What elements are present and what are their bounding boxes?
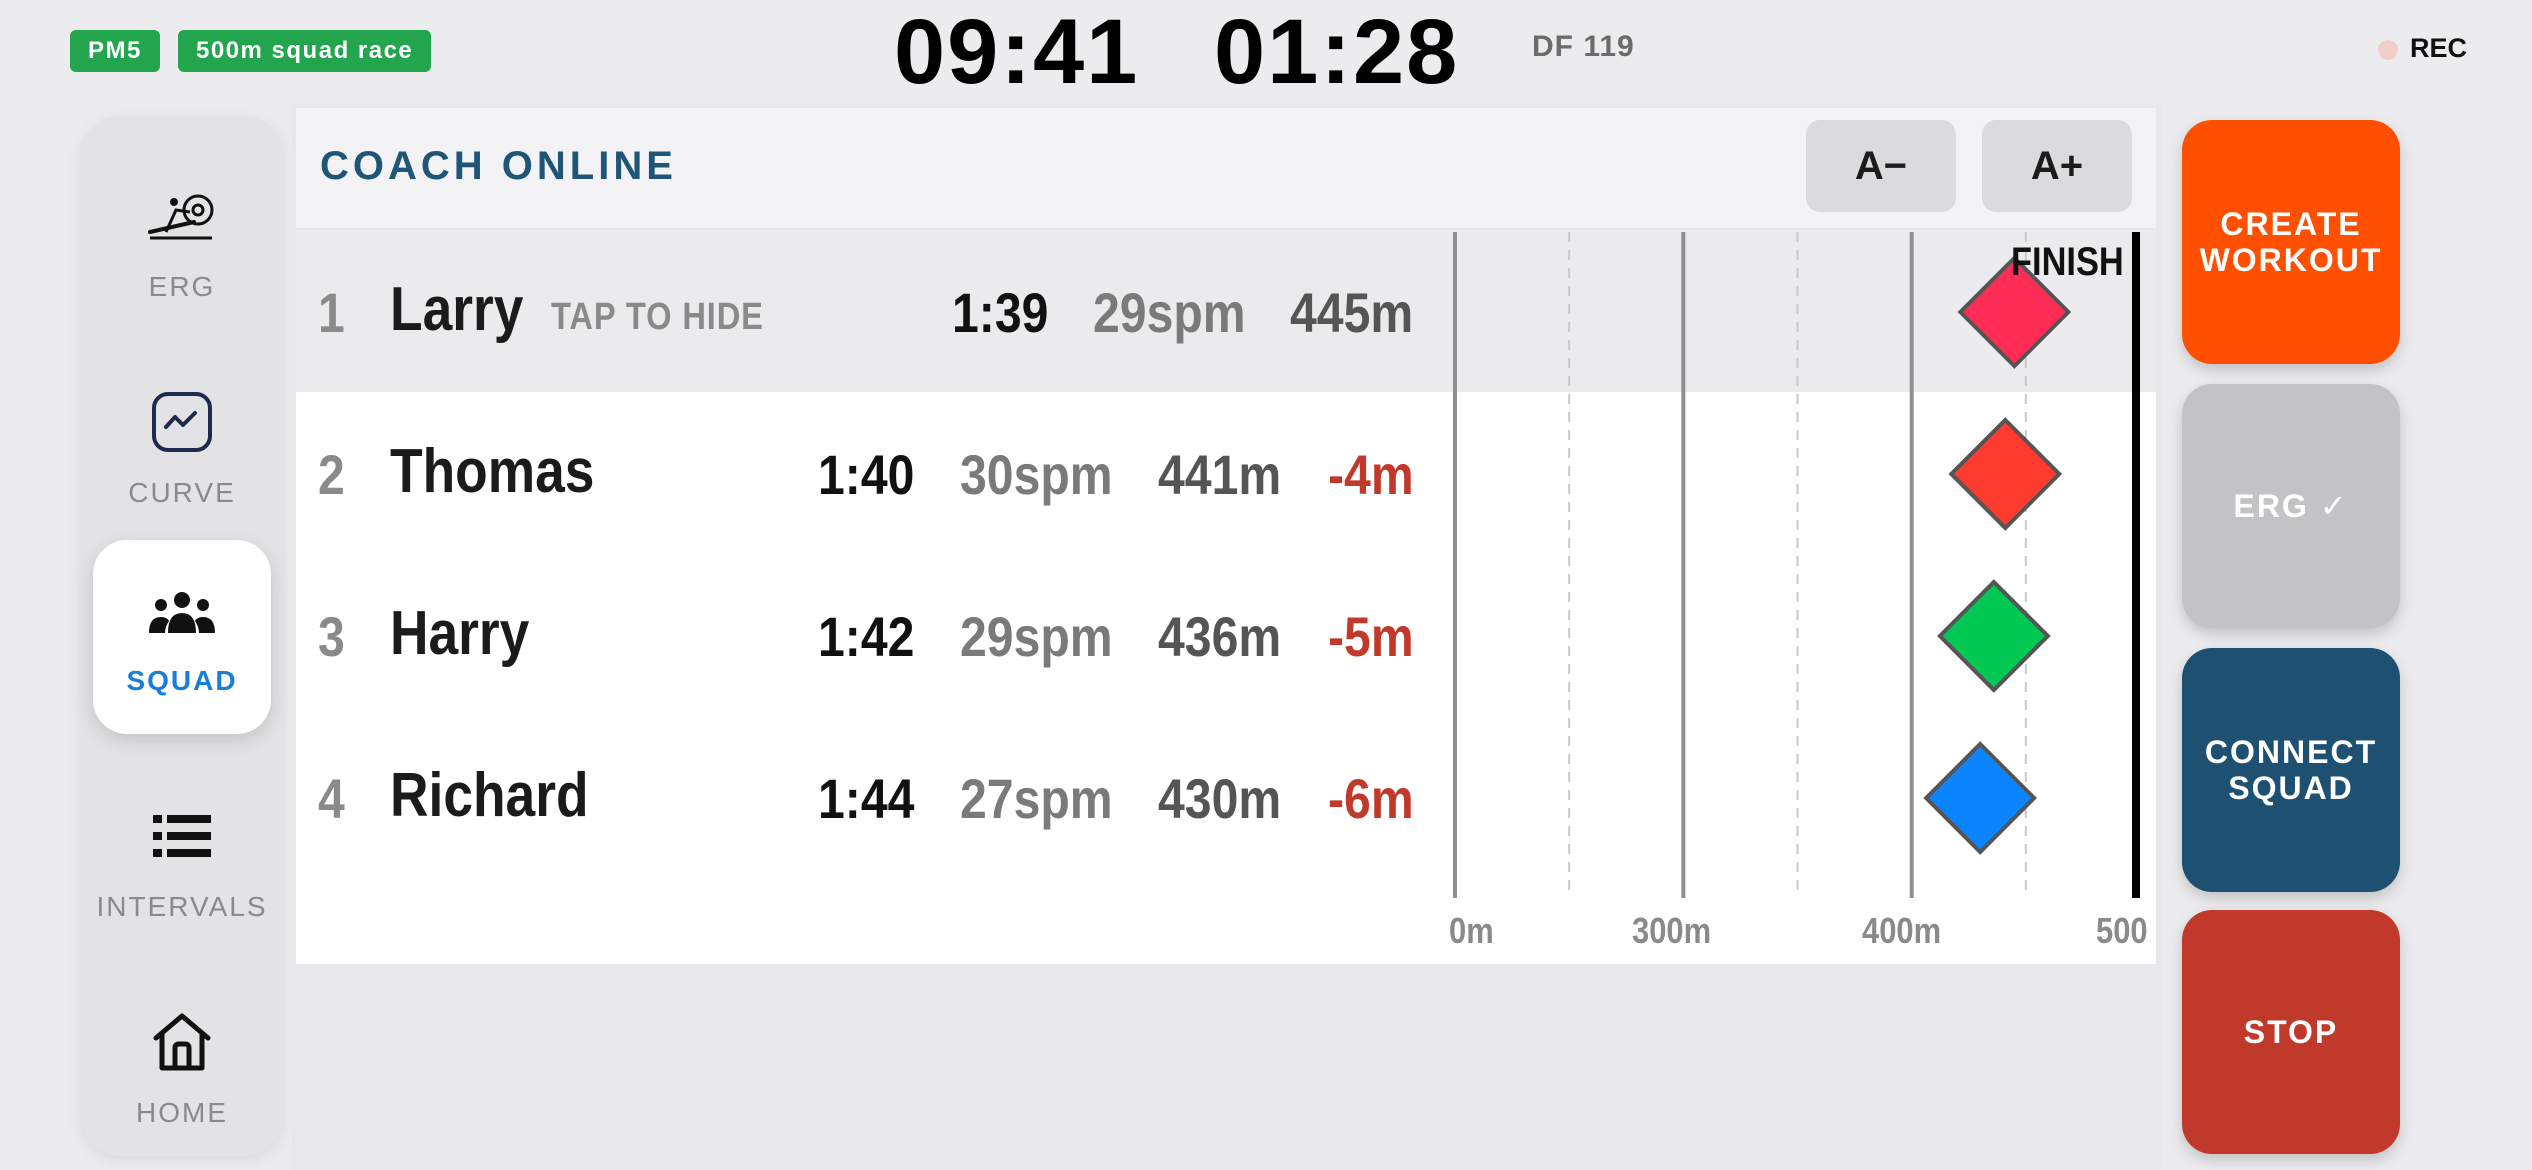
- clock-time: 09:41: [894, 1, 1140, 103]
- gap-to-leader: -6m: [1328, 767, 1414, 830]
- rower-name: Richard: [390, 761, 589, 830]
- erg-connected-button[interactable]: ERG ✓: [2182, 384, 2400, 628]
- drag-factor: DF 119: [1532, 30, 1635, 63]
- stroke-rate: 29spm: [1093, 281, 1246, 344]
- axis-label-400m: 400m: [1862, 910, 1942, 951]
- gap-to-leader: -5m: [1328, 605, 1414, 668]
- split-pace: 1:44: [818, 767, 915, 830]
- rank: 2: [318, 443, 345, 506]
- finish-label: FINISH: [2011, 240, 2124, 284]
- nav-label-curve: CURVE: [128, 477, 236, 508]
- stroke-rate: 30spm: [960, 443, 1113, 506]
- tap-to-hide-hint[interactable]: TAP TO HIDE: [551, 296, 764, 339]
- coach-status-title: COACH ONLINE: [320, 144, 677, 188]
- nav-item-intervals[interactable]: INTERVALS: [80, 776, 284, 956]
- home-icon: [80, 1002, 284, 1082]
- nav-item-squad[interactable]: SQUAD: [93, 540, 271, 734]
- rower-name: Thomas: [390, 437, 595, 506]
- nav-item-erg[interactable]: ERG: [80, 156, 284, 336]
- workout-badge: 500m squad race: [178, 30, 432, 72]
- group-icon: [93, 574, 271, 654]
- force-curve-icon: [80, 382, 284, 462]
- split-pace: 1:39: [952, 281, 1049, 344]
- axis-label-500: 500: [2096, 910, 2148, 951]
- record-label[interactable]: REC: [2410, 33, 2467, 64]
- rank: 4: [318, 767, 345, 830]
- rower-name: Larry: [390, 275, 524, 344]
- coach-header: COACH ONLINE A− A+: [296, 108, 2156, 228]
- distance: 445m: [1290, 281, 1414, 344]
- create-workout-button[interactable]: CREATE WORKOUT: [2182, 120, 2400, 364]
- nav-label-squad: SQUAD: [126, 665, 238, 696]
- nav-label-erg: ERG: [148, 271, 216, 302]
- rank: 3: [318, 605, 345, 668]
- stop-button[interactable]: STOP: [2182, 910, 2400, 1154]
- rower-marker-richard: [1923, 741, 2037, 855]
- record-indicator-dot: [2378, 40, 2398, 60]
- squad-leaderboard: 1 Larry TAP TO HIDE 1:39 29spm 445m 2 Th…: [296, 230, 2156, 964]
- rowing-machine-icon: [80, 176, 284, 256]
- race-track: [1453, 232, 2140, 898]
- split-pace: 1:40: [818, 443, 915, 506]
- nav-label-home: HOME: [136, 1097, 228, 1128]
- rower-marker-harry: [1937, 579, 2051, 693]
- rank: 1: [318, 281, 345, 344]
- nav-label-intervals: INTERVALS: [96, 891, 268, 922]
- font-increase-button[interactable]: A+: [1982, 120, 2132, 212]
- stroke-rate: 29spm: [960, 605, 1113, 668]
- list-icon: [80, 796, 284, 876]
- distance: 436m: [1158, 605, 1282, 668]
- stroke-rate: 27spm: [960, 767, 1113, 830]
- nav-item-home[interactable]: HOME: [80, 982, 284, 1162]
- font-decrease-button[interactable]: A−: [1806, 120, 1956, 212]
- axis-label-start: 0m: [1449, 910, 1494, 951]
- rower-name: Harry: [390, 599, 530, 668]
- elapsed-time: 01:28: [1214, 1, 1460, 103]
- connect-squad-button[interactable]: CONNECT SQUAD: [2182, 648, 2400, 892]
- split-pace: 1:42: [818, 605, 915, 668]
- distance: 430m: [1158, 767, 1282, 830]
- monitor-badge: PM5: [70, 30, 160, 72]
- nav-item-curve[interactable]: CURVE: [80, 362, 284, 542]
- gap-to-leader: -4m: [1328, 443, 1414, 506]
- distance: 441m: [1158, 443, 1282, 506]
- side-nav: ERG CURVE SQUAD INTERVALS HOME: [80, 116, 284, 1156]
- axis-label-300m: 300m: [1632, 910, 1712, 951]
- rower-marker-thomas: [1948, 417, 2063, 531]
